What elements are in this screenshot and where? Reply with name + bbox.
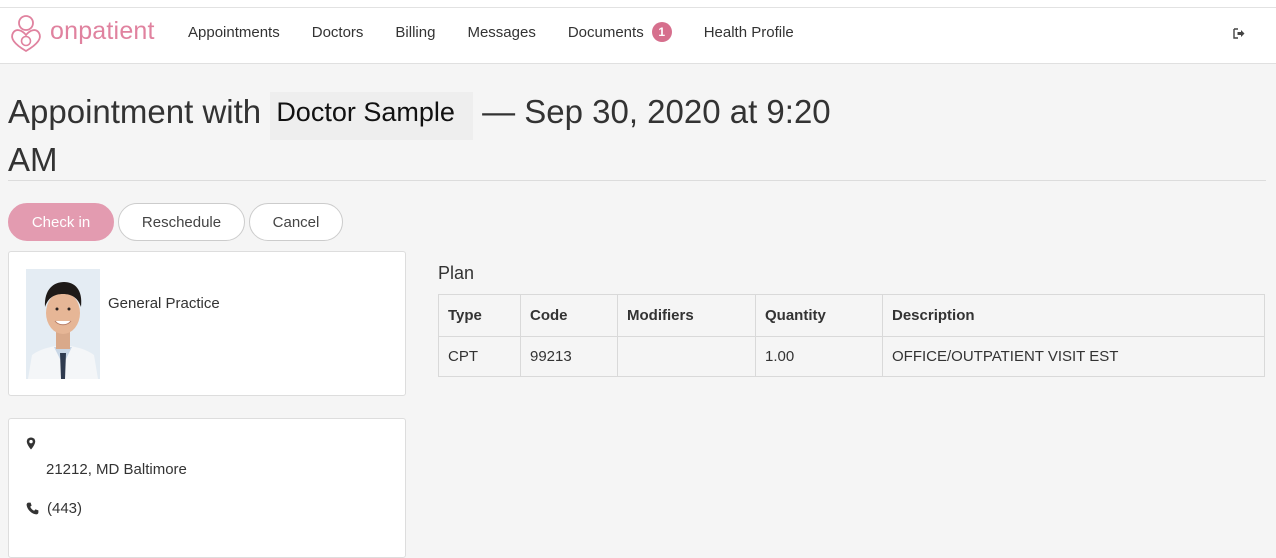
appointment-actions: Check in Reschedule Cancel bbox=[8, 203, 347, 241]
onpatient-logo-icon bbox=[11, 15, 41, 53]
doctor-photo[interactable] bbox=[26, 269, 100, 379]
documents-count-badge: 1 bbox=[651, 22, 672, 42]
brand-logo[interactable]: onpatient bbox=[8, 10, 155, 58]
phone-number[interactable]: (443) bbox=[47, 500, 82, 517]
nav-item-label: Health Profile bbox=[703, 23, 794, 41]
nav-item-label: Doctors bbox=[311, 23, 364, 41]
cancel-button[interactable]: Cancel bbox=[249, 203, 343, 241]
map-marker-icon bbox=[26, 437, 36, 450]
nav-item-label: Messages bbox=[467, 23, 536, 41]
title-prefix: Appointment with bbox=[8, 93, 262, 130]
nav-item-label: Appointments bbox=[188, 23, 280, 41]
sign-out-glyph bbox=[1233, 27, 1245, 39]
top-navbar: onpatient Appointments Doctors Billing M… bbox=[0, 8, 1276, 64]
doctor-specialty: General Practice bbox=[108, 295, 220, 312]
nav-item-billing[interactable]: Billing bbox=[395, 24, 435, 41]
doctor-card: General Practice bbox=[8, 251, 406, 396]
nav-item-doctors[interactable]: Doctors bbox=[312, 24, 364, 41]
plan-table: Type Code Modifiers Quantity Description… bbox=[438, 294, 1265, 377]
sign-out-icon[interactable] bbox=[1228, 24, 1250, 42]
column-header-type: Type bbox=[438, 294, 521, 337]
window-top-edge bbox=[0, 0, 1276, 8]
page-title: Appointment with Doctor Sample — Sep 30,… bbox=[8, 92, 868, 178]
doctor-name-link[interactable]: Doctor Sample bbox=[270, 92, 473, 140]
table-row: CPT 99213 1.00 OFFICE/OUTPATIENT VISIT E… bbox=[438, 336, 1265, 377]
nav-item-health-profile[interactable]: Health Profile bbox=[704, 24, 794, 41]
phone-icon bbox=[26, 502, 39, 515]
column-header-quantity: Quantity bbox=[755, 294, 883, 337]
cell-description: OFFICE/OUTPATIENT VISIT EST bbox=[882, 336, 1265, 377]
nav-item-appointments[interactable]: Appointments bbox=[188, 24, 280, 41]
nav-item-label: Documents bbox=[567, 23, 644, 41]
cell-code: 99213 bbox=[520, 336, 618, 377]
check-in-button[interactable]: Check in bbox=[8, 203, 114, 241]
table-header-row: Type Code Modifiers Quantity Description bbox=[438, 294, 1265, 337]
column-header-description: Description bbox=[882, 294, 1265, 337]
cell-modifiers bbox=[617, 336, 756, 377]
nav-item-label: Billing bbox=[395, 23, 436, 41]
column-header-code: Code bbox=[520, 294, 618, 337]
doctor-portrait-image bbox=[26, 269, 100, 379]
nav-item-documents[interactable]: Documents 1 bbox=[568, 22, 672, 42]
reschedule-button[interactable]: Reschedule bbox=[118, 203, 245, 241]
title-divider bbox=[8, 180, 1266, 181]
cell-quantity: 1.00 bbox=[755, 336, 883, 377]
column-header-modifiers: Modifiers bbox=[617, 294, 756, 337]
cell-type: CPT bbox=[438, 336, 521, 377]
contact-card: 21212, MD Baltimore (443) bbox=[8, 418, 406, 558]
main-nav: Appointments Doctors Billing Messages Do… bbox=[172, 8, 810, 56]
address-text: 21212, MD Baltimore bbox=[46, 461, 187, 478]
plan-heading: Plan bbox=[438, 263, 475, 283]
brand-name: onpatient bbox=[50, 16, 155, 45]
nav-item-messages[interactable]: Messages bbox=[467, 24, 535, 41]
